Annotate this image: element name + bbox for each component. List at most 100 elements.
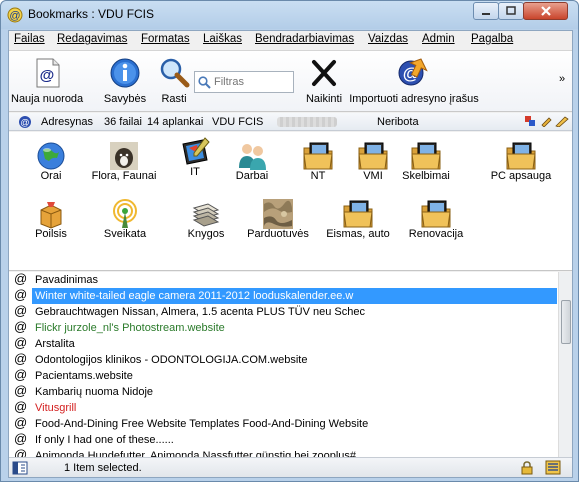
- menu-admin[interactable]: Admin: [422, 33, 455, 45]
- delete-x-icon: [312, 60, 336, 86]
- list-item[interactable]: @ Pacientams.website: [9, 367, 558, 384]
- menu-bendradarbiavimas[interactable]: Bendradarbiavimas: [255, 33, 354, 45]
- minimize-icon: [482, 13, 490, 15]
- import-icon: @: [398, 58, 428, 86]
- find-button[interactable]: Rasti: [155, 55, 193, 109]
- bookmark-title: Vitusgrill: [35, 402, 77, 414]
- folder-label: Renovacija: [408, 228, 464, 240]
- menu-formatas[interactable]: Formatas: [141, 33, 190, 45]
- menu-redagavimas[interactable]: Redagavimas: [57, 33, 127, 45]
- status-bar: 1 Item selected.: [9, 457, 572, 477]
- menu-bar: Failas Redagavimas Formatas Laiškas Bend…: [9, 31, 572, 49]
- lock-icon: [521, 461, 533, 475]
- svg-text:@: @: [40, 67, 55, 84]
- at-icon: @: [14, 287, 28, 302]
- at-icon: @: [14, 351, 28, 366]
- list-item[interactable]: @ Flickr jurzole_nl's Photostream.website: [9, 319, 558, 336]
- client-area: Failas Redagavimas Formatas Laiškas Bend…: [8, 30, 573, 478]
- delete-button[interactable]: Naikinti: [301, 55, 347, 109]
- sync-icon[interactable]: [524, 115, 536, 127]
- folder-monitor-icon: [421, 200, 451, 228]
- folder-renovacija[interactable]: Renovacija: [391, 196, 481, 252]
- pencil-icon[interactable]: [540, 115, 552, 127]
- folder-label: Sveikata: [103, 228, 147, 240]
- status-text: 1 Item selected.: [64, 462, 142, 474]
- access-level: Neribota: [377, 116, 419, 128]
- magnifier-icon: [160, 58, 190, 88]
- at-icon: @: [14, 383, 28, 398]
- file-count: 36 failai: [104, 116, 142, 128]
- import-button[interactable]: @ Importuoti adresyno įrašus: [349, 55, 479, 109]
- edit-pencil-icon[interactable]: [555, 115, 569, 127]
- menu-failas[interactable]: Failas: [14, 33, 45, 45]
- folder-monitor-icon: [506, 142, 536, 170]
- title-bar[interactable]: @ Bookmarks : VDU FCIS: [1, 1, 578, 29]
- at-icon: @: [14, 399, 28, 414]
- path-bar: @ Adresynas 36 failai 14 aplankai VDU FC…: [9, 113, 572, 131]
- folder-pc-apsauga[interactable]: PC apsauga: [476, 138, 566, 194]
- panel-toggle-icon[interactable]: [12, 461, 28, 475]
- folder-label: Skelbimai: [402, 170, 450, 182]
- antenna-icon: [113, 199, 137, 228]
- list-view-icon[interactable]: [545, 460, 561, 475]
- window-title: Bookmarks : VDU FCIS: [28, 7, 155, 21]
- import-label: Importuoti adresyno įrašus: [349, 93, 479, 105]
- bookmark-title: Arstalita: [35, 338, 75, 350]
- minimize-button[interactable]: [473, 2, 499, 20]
- menu-vaizdas[interactable]: Vaizdas: [368, 33, 408, 45]
- people-icon: [239, 144, 266, 170]
- folder-count: 14 aplankai: [147, 116, 204, 128]
- list-item[interactable]: @ Winter white-tailed eagle camera 2011-2…: [9, 287, 558, 304]
- list-header[interactable]: @ Pavadinimas: [9, 271, 558, 288]
- column-header-name: Pavadinimas: [35, 274, 98, 286]
- at-icon: @: [14, 303, 28, 318]
- folder-monitor-icon: [411, 142, 441, 170]
- package-icon: [40, 202, 62, 229]
- folder-skelbimai[interactable]: Skelbimai: [381, 138, 471, 194]
- folder-sveikata[interactable]: Sveikata: [80, 196, 170, 252]
- more-chevron-icon[interactable]: »: [559, 73, 565, 85]
- properties-button[interactable]: Savybės: [99, 55, 151, 109]
- scrollbar-thumb[interactable]: [561, 300, 571, 344]
- at-icon: @: [14, 319, 28, 334]
- folder-label: Eismas, auto: [326, 228, 390, 240]
- folder-parduotuves[interactable]: Parduotuvės: [233, 196, 323, 252]
- dog-icon: [110, 142, 138, 170]
- list-item[interactable]: @ Gebrauchtwagen Nissan, Almera, 1.5 acen…: [9, 303, 558, 320]
- maximize-button[interactable]: [498, 2, 524, 20]
- list-item[interactable]: @ Food-And-Dining Free Website Templates …: [9, 415, 558, 432]
- folder-label: PC apsauga: [490, 170, 552, 182]
- at-icon: @: [14, 367, 28, 382]
- filter-input[interactable]: [214, 74, 290, 90]
- bookmark-list: @ Pavadinimas @ Winter white-tailed eagle…: [9, 271, 572, 462]
- svg-text:@: @: [9, 10, 20, 22]
- vertical-scrollbar[interactable]: [558, 272, 572, 457]
- list-item[interactable]: @ Vitusgrill: [9, 399, 558, 416]
- at-icon: @: [14, 431, 28, 446]
- info-icon: [110, 58, 140, 88]
- at-icon: @: [14, 335, 28, 350]
- new-link-icon: @: [36, 58, 60, 88]
- list-item[interactable]: @ Odontologijos klinikos - ODONTOLOGIJA.C…: [9, 351, 558, 368]
- toolbar: @ Nauja nuoroda Savybės Rasti Filtras Na…: [9, 50, 572, 112]
- filter-box[interactable]: [194, 71, 294, 93]
- bookmark-title: Kambarių nuoma Nidoje: [35, 386, 154, 398]
- globe-icon: [37, 142, 65, 170]
- maximize-icon: [506, 6, 516, 15]
- menu-pagalba[interactable]: Pagalba: [471, 33, 513, 45]
- folder-pane: Orai Flora, Faunai IT Darbai NT VMI Skel…: [9, 132, 572, 271]
- properties-label: Savybės: [103, 93, 147, 105]
- list-item[interactable]: @ Arstalita: [9, 335, 558, 352]
- close-button[interactable]: [523, 2, 568, 20]
- list-item[interactable]: @ Kambarių nuoma Nidoje: [9, 383, 558, 400]
- path-name: Adresynas: [41, 116, 93, 128]
- list-item[interactable]: @ If only I had one of these......: [9, 431, 558, 448]
- search-icon: [198, 76, 211, 89]
- menu-laiskas[interactable]: Laiškas: [203, 33, 242, 45]
- new-link-button[interactable]: @ Nauja nuoroda: [11, 55, 83, 109]
- svg-text:@: @: [20, 118, 29, 128]
- delete-label: Naikinti: [305, 93, 343, 105]
- app-icon: @: [7, 7, 23, 23]
- folder-eismas-auto[interactable]: Eismas, auto: [313, 196, 403, 252]
- close-icon: [540, 6, 551, 16]
